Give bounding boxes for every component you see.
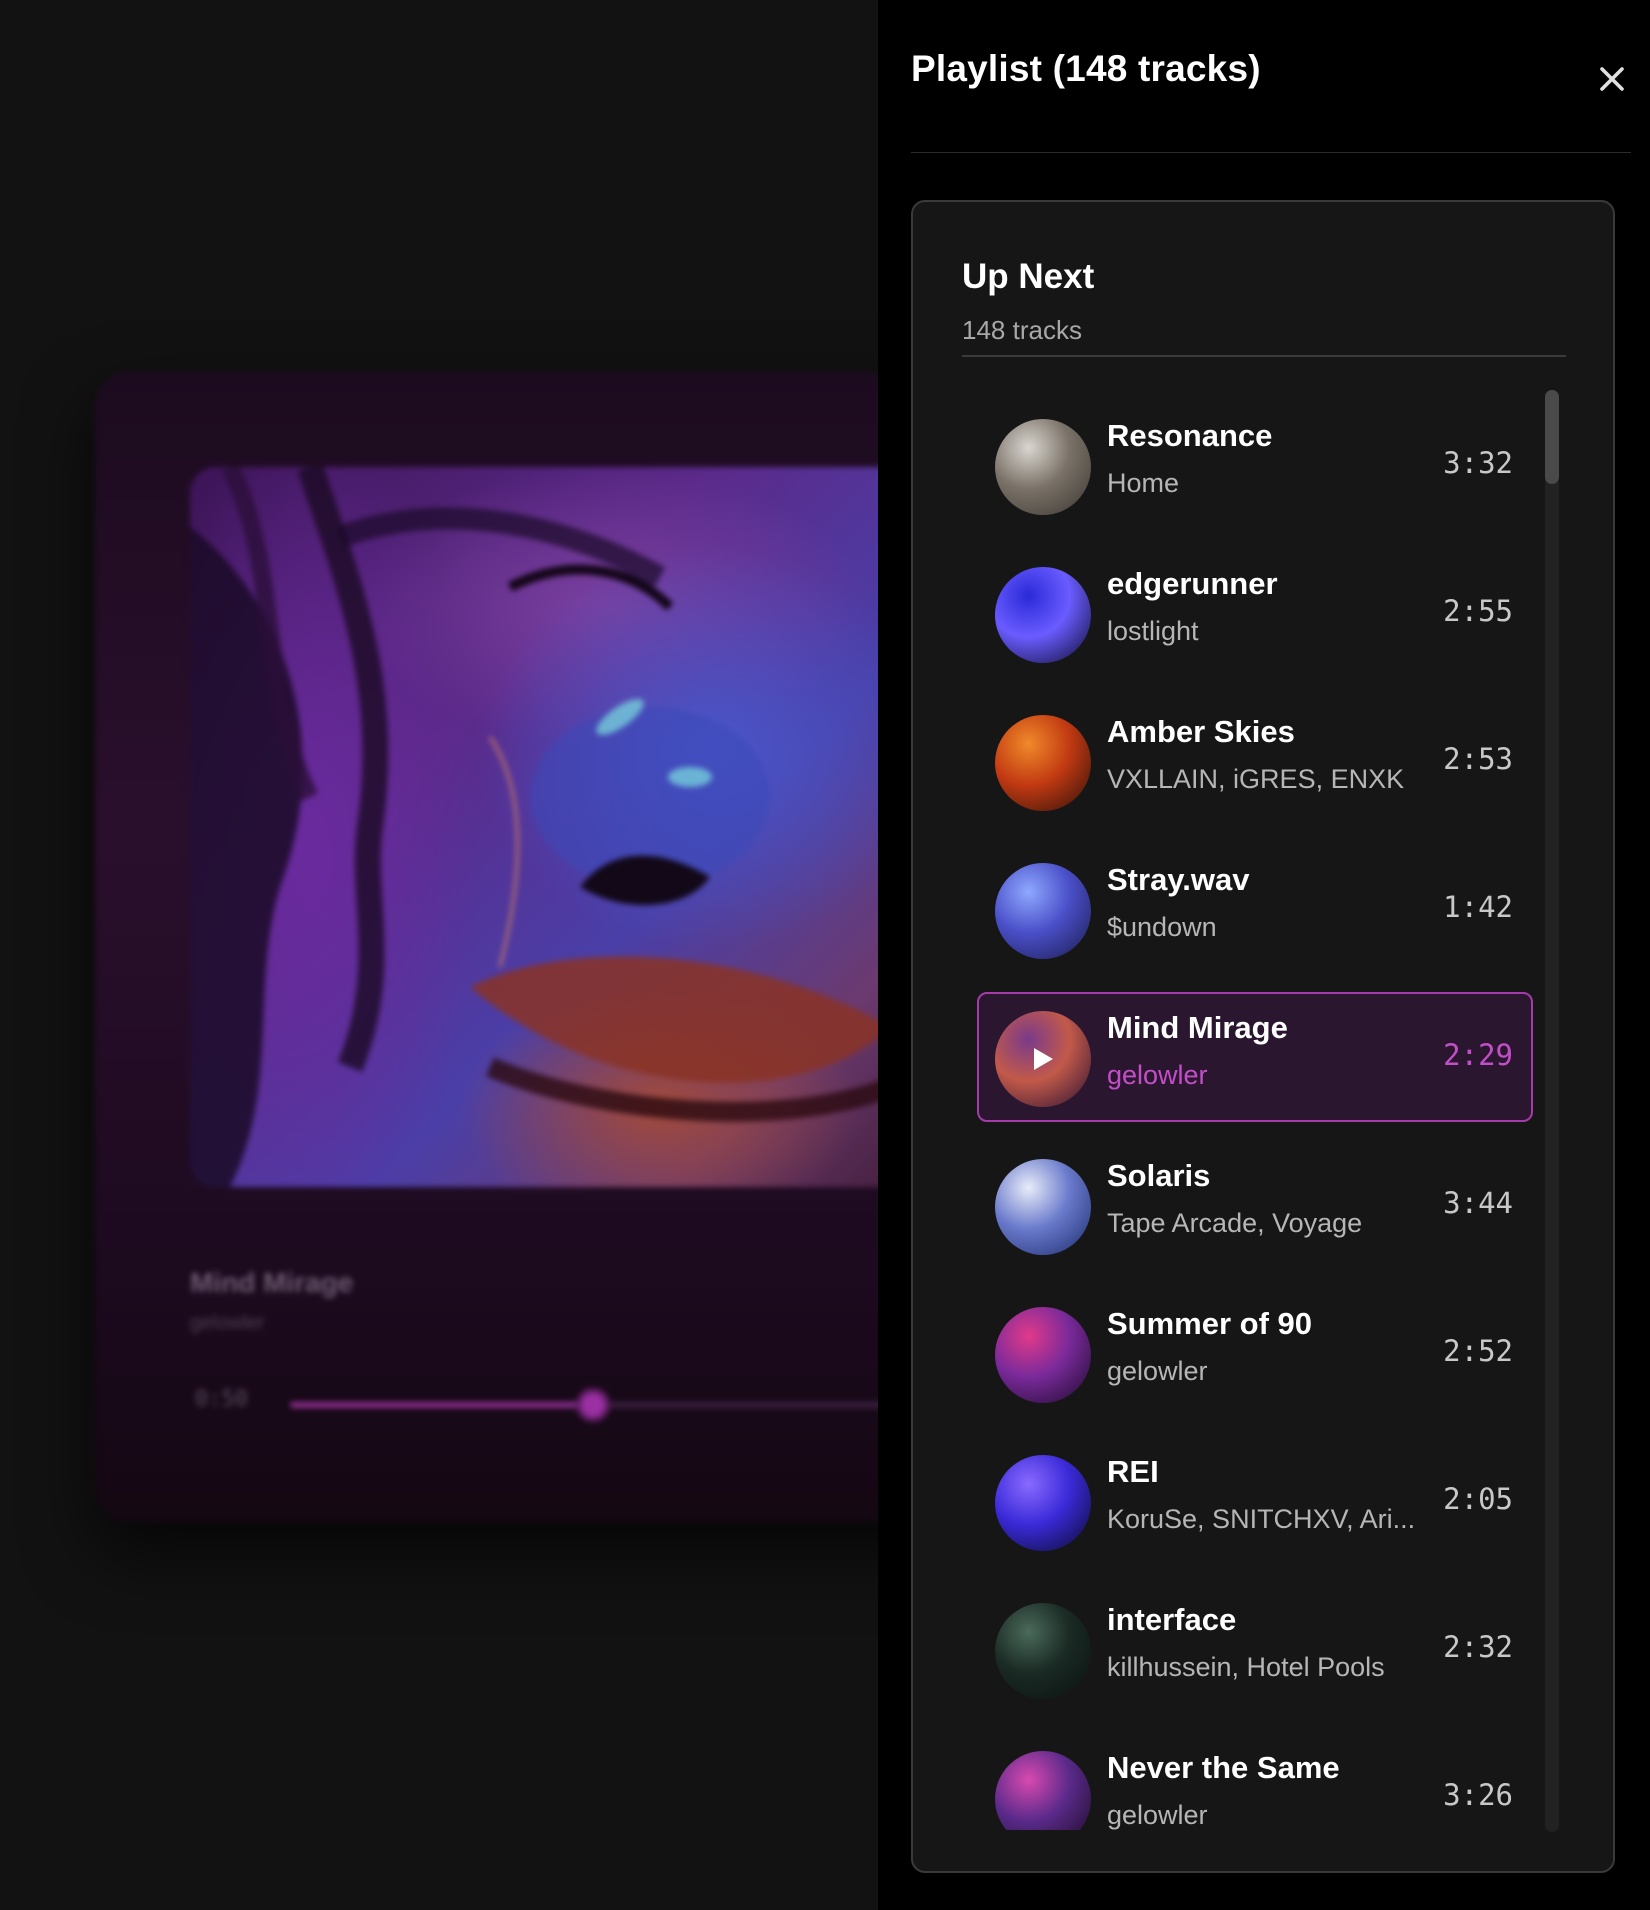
track-duration: 1:42 bbox=[1443, 890, 1513, 924]
track-artist: gelowler bbox=[1107, 1356, 1208, 1386]
track-artist: killhussein, Hotel Pools bbox=[1107, 1652, 1385, 1682]
close-button[interactable] bbox=[1591, 58, 1633, 100]
track-duration: 3:44 bbox=[1443, 1186, 1513, 1220]
track-duration: 2:05 bbox=[1443, 1482, 1513, 1516]
track-title: Solaris bbox=[1107, 1158, 1211, 1193]
track-duration: 2:53 bbox=[1443, 742, 1513, 776]
track-artist: lostlight bbox=[1107, 616, 1199, 646]
track-row[interactable]: Summer of 90 gelowler 2:52 bbox=[977, 1288, 1533, 1418]
track-title: Amber Skies bbox=[1107, 714, 1295, 749]
track-row[interactable]: edgerunner lostlight 2:55 bbox=[977, 548, 1533, 678]
track-duration: 2:55 bbox=[1443, 594, 1513, 628]
track-title: Resonance bbox=[1107, 418, 1273, 453]
track-duration: 3:26 bbox=[1443, 1778, 1513, 1812]
album-art-illustration bbox=[190, 467, 894, 1187]
track-artwork bbox=[995, 863, 1091, 959]
app-root: Mind Mirage gelowler 0:50 Playlist (148 … bbox=[0, 0, 1650, 1910]
album-art bbox=[190, 467, 970, 1187]
track-duration: 2:52 bbox=[1443, 1334, 1513, 1368]
track-artwork bbox=[995, 1159, 1091, 1255]
up-next-header: Up Next 148 tracks bbox=[962, 257, 1566, 357]
track-artwork bbox=[995, 567, 1091, 663]
track-row[interactable]: REI KoruSe, SNITCHXV, Ari... 2:05 bbox=[977, 1436, 1533, 1566]
track-row[interactable]: Solaris Tape Arcade, Voyage 3:44 bbox=[977, 1140, 1533, 1270]
track-duration: 2:29 bbox=[1443, 1038, 1513, 1072]
track-artwork bbox=[995, 715, 1091, 811]
now-playing-artist: gelowler bbox=[190, 1312, 265, 1334]
up-next-card: Up Next 148 tracks Resonance Home 3:32 edge… bbox=[911, 200, 1615, 1873]
track-artwork bbox=[995, 1603, 1091, 1699]
track-row[interactable]: Stray.wav $undown 1:42 bbox=[977, 844, 1533, 974]
track-title: Summer of 90 bbox=[1107, 1306, 1313, 1341]
track-artwork bbox=[995, 1455, 1091, 1551]
track-artist: $undown bbox=[1107, 912, 1217, 942]
progress-handle[interactable] bbox=[576, 1388, 611, 1422]
track-artist: KoruSe, SNITCHXV, Ari... bbox=[1107, 1504, 1416, 1534]
track-row[interactable]: Amber Skies VXLLAIN, iGRES, ENXK 2:53 bbox=[977, 696, 1533, 826]
track-title: Stray.wav bbox=[1107, 862, 1250, 897]
track-artwork bbox=[995, 419, 1091, 515]
play-icon bbox=[995, 1011, 1091, 1107]
track-duration: 2:32 bbox=[1443, 1630, 1513, 1664]
scrollbar[interactable] bbox=[1545, 390, 1559, 1832]
panel-title: Playlist (148 tracks) bbox=[911, 48, 1261, 89]
elapsed-time: 0:50 bbox=[195, 1387, 248, 1412]
track-list[interactable]: Resonance Home 3:32 edgerunner lostlight 2:55… bbox=[977, 392, 1533, 1830]
progress-fill bbox=[290, 1402, 594, 1408]
track-artwork bbox=[995, 1011, 1091, 1107]
track-title: Never the Same bbox=[1107, 1750, 1340, 1785]
track-artwork bbox=[995, 1751, 1091, 1830]
panel-header: Playlist (148 tracks) bbox=[911, 48, 1631, 153]
track-row[interactable]: Resonance Home 3:32 bbox=[977, 400, 1533, 530]
now-playing-title: Mind Mirage bbox=[190, 1267, 354, 1298]
track-row[interactable]: interface killhussein, Hotel Pools 2:32 bbox=[977, 1584, 1533, 1714]
close-icon bbox=[1600, 67, 1624, 91]
track-duration: 3:32 bbox=[1443, 446, 1513, 480]
track-artist: VXLLAIN, iGRES, ENXK bbox=[1107, 764, 1405, 794]
track-title: edgerunner bbox=[1107, 566, 1278, 601]
track-title: REI bbox=[1107, 1454, 1159, 1489]
track-count: 148 tracks bbox=[962, 315, 1082, 345]
up-next-heading: Up Next bbox=[962, 257, 1095, 296]
background-player-card: Mind Mirage gelowler 0:50 bbox=[95, 372, 995, 1522]
track-row-active[interactable]: Mind Mirage gelowler 2:29 bbox=[977, 992, 1533, 1122]
playlist-panel: Playlist (148 tracks) Up Next 148 tracks… bbox=[878, 0, 1650, 1910]
track-artist: gelowler bbox=[1107, 1800, 1208, 1830]
track-artist: Home bbox=[1107, 468, 1180, 498]
track-title: interface bbox=[1107, 1602, 1237, 1637]
track-artist: gelowler bbox=[1107, 1060, 1208, 1090]
track-title: Mind Mirage bbox=[1107, 1010, 1288, 1045]
track-artist: Tape Arcade, Voyage bbox=[1107, 1208, 1363, 1238]
track-row[interactable]: Never the Same gelowler 3:26 bbox=[977, 1732, 1533, 1830]
scrollbar-thumb[interactable] bbox=[1545, 390, 1559, 484]
track-artwork bbox=[995, 1307, 1091, 1403]
